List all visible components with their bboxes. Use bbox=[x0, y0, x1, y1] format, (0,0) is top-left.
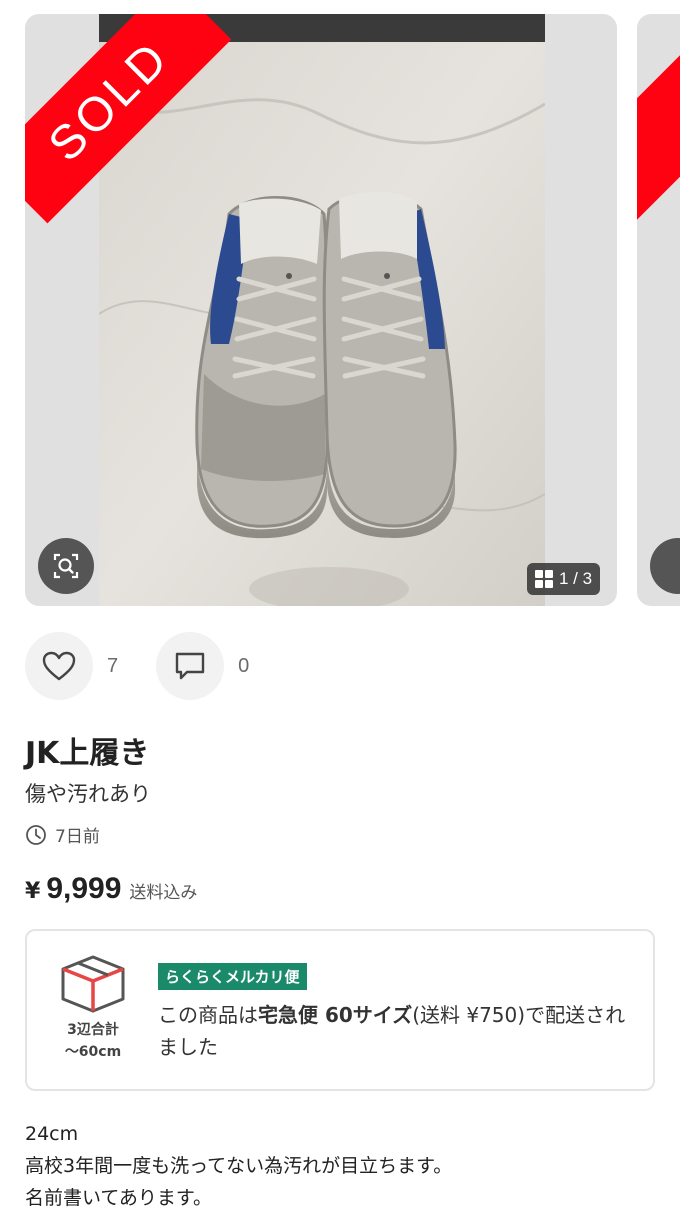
action-bar: 7 0 bbox=[25, 632, 249, 700]
posted-time-text: 7日前 bbox=[55, 827, 100, 847]
price-row: ¥ 9,999 送料込み bbox=[25, 872, 197, 906]
zoom-search-icon bbox=[53, 553, 79, 579]
image-counter-text: 1 / 3 bbox=[559, 569, 593, 588]
like-count: 7 bbox=[107, 654, 119, 677]
currency-symbol: ¥ bbox=[25, 879, 41, 904]
comment-count: 0 bbox=[238, 654, 250, 677]
description-line: 名前書いてあります。 bbox=[25, 1187, 212, 1209]
item-description: 24cm 高校3年間一度も洗ってない為汚れが目立ちます。 名前書いてあります。 bbox=[25, 1118, 452, 1212]
description-line: 24cm bbox=[25, 1123, 79, 1145]
image-counter: 1 / 3 bbox=[527, 563, 601, 595]
zoom-button-next[interactable] bbox=[650, 538, 680, 594]
shipping-card: 3辺合計 〜60cm らくらくメルカリ便 この商品は宅急便 60サイズ(送料 ¥… bbox=[25, 929, 655, 1091]
item-subtitle: 傷や汚れあり bbox=[25, 782, 151, 806]
heart-icon bbox=[42, 651, 76, 681]
shipping-method-badge: らくらくメルカリ便 bbox=[158, 963, 307, 990]
next-image-slide[interactable] bbox=[637, 14, 680, 606]
zoom-button[interactable] bbox=[38, 538, 94, 594]
shipping-included: 送料込み bbox=[129, 883, 198, 903]
package-size: 3辺合計 〜60cm bbox=[55, 953, 131, 1063]
posted-time: 7日前 bbox=[25, 822, 100, 847]
price: 9,999 bbox=[46, 872, 122, 905]
description-line: 高校3年間一度も洗ってない為汚れが目立ちます。 bbox=[25, 1155, 453, 1177]
sold-banner-next bbox=[637, 14, 680, 224]
shipping-description: この商品は宅急便 60サイズ(送料 ¥750)で配送されました bbox=[158, 1003, 626, 1059]
comment-icon bbox=[175, 652, 205, 680]
comment-button[interactable] bbox=[156, 632, 225, 700]
package-size-label: 3辺合計 〜60cm bbox=[64, 1022, 122, 1060]
item-title: JK上履き bbox=[25, 736, 150, 771]
product-image-slide[interactable]: SOLD 1 / 3 bbox=[25, 14, 617, 606]
image-carousel[interactable]: SOLD 1 / 3 bbox=[25, 14, 680, 606]
clock-icon bbox=[26, 824, 46, 845]
like-button[interactable] bbox=[25, 632, 93, 700]
grid-icon bbox=[535, 570, 553, 588]
package-box-icon bbox=[61, 955, 125, 1013]
